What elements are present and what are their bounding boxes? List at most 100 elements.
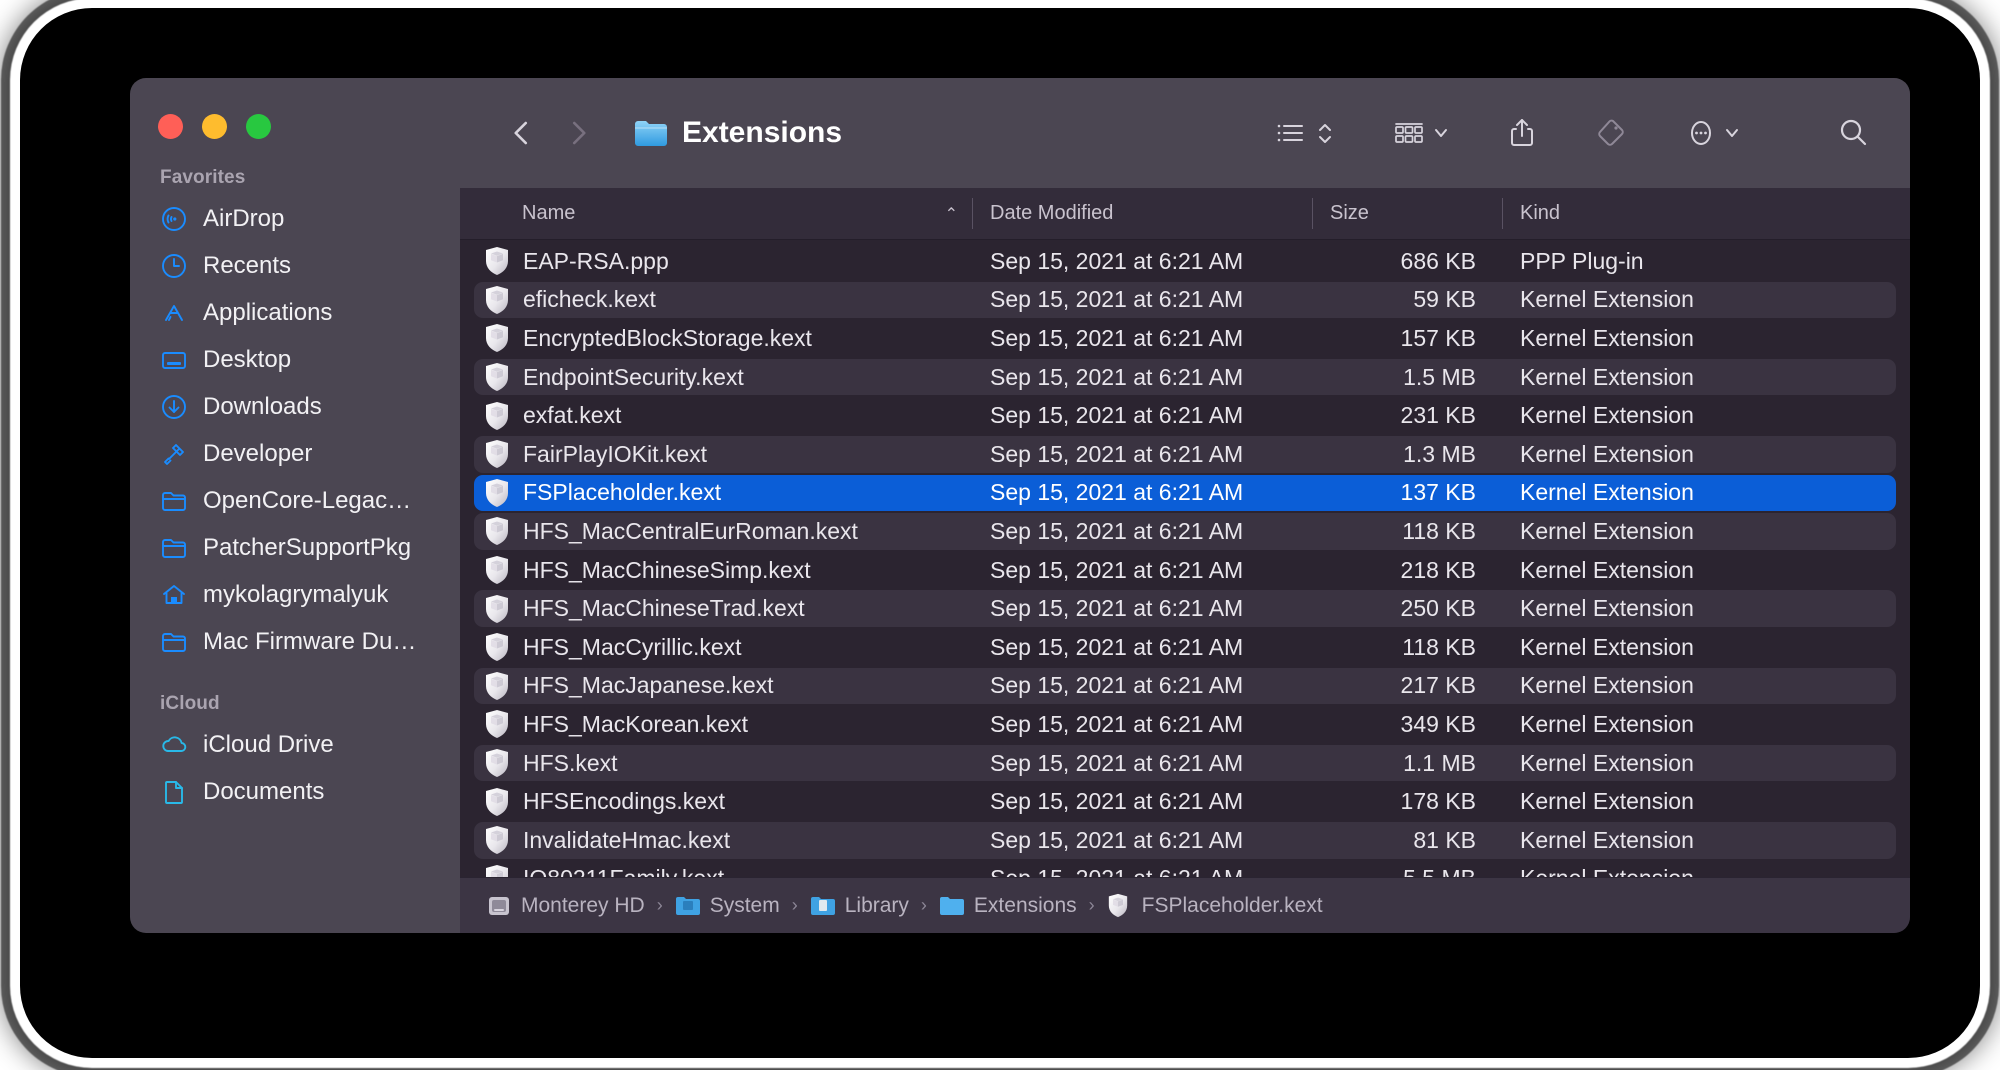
sidebar-item-label: Recents	[203, 252, 291, 280]
system-folder-icon	[675, 894, 701, 918]
sidebar-item-desktop[interactable]: Desktop	[130, 336, 460, 383]
cell-size: 686 KB	[1312, 242, 1502, 281]
kext-icon	[484, 632, 510, 662]
sidebar-item-label: Applications	[203, 299, 332, 327]
sidebar-item-recents[interactable]: Recents	[130, 242, 460, 289]
breadcrumb-item[interactable]: System	[675, 894, 780, 918]
table-row[interactable]: HFS_MacCyrillic.kextSep 15, 2021 at 6:21…	[460, 628, 1910, 667]
cell-size: 137 KB	[1312, 474, 1502, 513]
back-button[interactable]	[494, 105, 550, 161]
kext-icon	[484, 709, 510, 739]
table-row[interactable]: HFS_MacKorean.kextSep 15, 2021 at 6:21 A…	[460, 705, 1910, 744]
more-button[interactable]	[1675, 105, 1750, 161]
airdrop-icon	[160, 205, 188, 233]
sidebar-item-downloads[interactable]: Downloads	[130, 383, 460, 430]
file-name: HFS_MacCyrillic.kext	[523, 634, 742, 661]
column-header-kind[interactable]: Kind	[1502, 188, 1910, 239]
sidebar-item-opencore-legac[interactable]: OpenCore-Legac…	[130, 477, 460, 524]
breadcrumb-item[interactable]: Library	[810, 894, 909, 918]
sidebar-item-mac-firmware-du[interactable]: Mac Firmware Du…	[130, 618, 460, 665]
kext-icon	[484, 285, 510, 315]
share-button[interactable]	[1497, 105, 1547, 161]
cell-name: eficheck.kext	[460, 281, 972, 320]
column-header-date-modified[interactable]: Date Modified	[972, 188, 1312, 239]
table-row[interactable]: EndpointSecurity.kextSep 15, 2021 at 6:2…	[460, 358, 1910, 397]
path-separator: ›	[1089, 895, 1095, 916]
chevron-down-icon	[1433, 118, 1449, 148]
table-row[interactable]: HFSEncodings.kextSep 15, 2021 at 6:21 AM…	[460, 782, 1910, 821]
cell-size: 1.5 MB	[1312, 358, 1502, 397]
sidebar-item-patchersupportpkg[interactable]: PatcherSupportPkg	[130, 524, 460, 571]
cell-kind: PPP Plug-in	[1502, 242, 1910, 281]
path-separator: ›	[657, 895, 663, 916]
sidebar-item-airdrop[interactable]: AirDrop	[130, 195, 460, 242]
breadcrumb-label: Library	[845, 894, 909, 918]
search-button[interactable]	[1826, 105, 1880, 161]
breadcrumb-item[interactable]: Monterey HD	[486, 894, 645, 918]
forward-button[interactable]	[550, 105, 606, 161]
cloud-icon	[160, 731, 188, 759]
table-row[interactable]: HFS_MacJapanese.kextSep 15, 2021 at 6:21…	[460, 667, 1910, 706]
table-row[interactable]: InvalidateHmac.kextSep 15, 2021 at 6:21 …	[460, 821, 1910, 860]
group-by-button[interactable]	[1382, 105, 1459, 161]
kext-icon	[484, 439, 510, 469]
file-name: exfat.kext	[523, 402, 621, 429]
table-row[interactable]: HFS_MacCentralEurRoman.kextSep 15, 2021 …	[460, 512, 1910, 551]
cell-date-modified: Sep 15, 2021 at 6:21 AM	[972, 744, 1312, 783]
table-row[interactable]: HFS.kextSep 15, 2021 at 6:21 AM1.1 MBKer…	[460, 744, 1910, 783]
cell-kind: Kernel Extension	[1502, 435, 1910, 474]
sidebar-section-title: iCloud	[130, 665, 460, 721]
zoom-button[interactable]	[246, 114, 271, 139]
cell-size: 218 KB	[1312, 551, 1502, 590]
table-row[interactable]: HFS_MacChineseSimp.kextSep 15, 2021 at 6…	[460, 551, 1910, 590]
breadcrumb-item[interactable]: FSPlaceholder.kext	[1107, 894, 1323, 918]
column-header-size[interactable]: Size	[1312, 188, 1502, 239]
breadcrumb-label: Extensions	[974, 894, 1077, 918]
close-button[interactable]	[158, 114, 183, 139]
cell-size: 59 KB	[1312, 281, 1502, 320]
file-list[interactable]: EAP-RSA.pppSep 15, 2021 at 6:21 AM686 KB…	[460, 240, 1910, 877]
table-row[interactable]: EncryptedBlockStorage.kextSep 15, 2021 a…	[460, 319, 1910, 358]
table-row[interactable]: IO80211Family.kextSep 15, 2021 at 6:21 A…	[460, 860, 1910, 878]
table-row[interactable]: exfat.kextSep 15, 2021 at 6:21 AM231 KBK…	[460, 396, 1910, 435]
table-row[interactable]: HFS_MacChineseTrad.kextSep 15, 2021 at 6…	[460, 589, 1910, 628]
column-header-name[interactable]: Name ⌃	[460, 188, 972, 239]
sidebar-section-title: Favorites	[130, 139, 460, 195]
sidebar-item-label: PatcherSupportPkg	[203, 534, 411, 562]
applications-icon	[160, 299, 188, 327]
kext-icon	[484, 555, 510, 585]
table-row[interactable]: FairPlayIOKit.kextSep 15, 2021 at 6:21 A…	[460, 435, 1910, 474]
cell-kind: Kernel Extension	[1502, 319, 1910, 358]
tag-button[interactable]	[1585, 105, 1637, 161]
window-title-area: Extensions	[634, 116, 842, 150]
cell-kind: Kernel Extension	[1502, 281, 1910, 320]
path-separator: ›	[792, 895, 798, 916]
cell-name: HFS_MacChineseSimp.kext	[460, 551, 972, 590]
file-name: HFS_MacChineseTrad.kext	[523, 595, 805, 622]
cell-size: 178 KB	[1312, 782, 1502, 821]
kext-icon	[484, 825, 510, 855]
sidebar-item-documents[interactable]: Documents	[130, 768, 460, 815]
kext-icon	[484, 671, 510, 701]
minimize-button[interactable]	[202, 114, 227, 139]
sidebar-item-developer[interactable]: Developer	[130, 430, 460, 477]
cell-name: HFS_MacCentralEurRoman.kext	[460, 512, 972, 551]
toolbar: Extensions	[460, 78, 1910, 188]
table-row[interactable]: FSPlaceholder.kextSep 15, 2021 at 6:21 A…	[460, 474, 1910, 513]
library-folder-icon	[810, 894, 836, 918]
cell-date-modified: Sep 15, 2021 at 6:21 AM	[972, 860, 1312, 878]
cell-size: 217 KB	[1312, 667, 1502, 706]
table-row[interactable]: EAP-RSA.pppSep 15, 2021 at 6:21 AM686 KB…	[460, 242, 1910, 281]
clock-icon	[160, 252, 188, 280]
sidebar-item-mykolagrymalyuk[interactable]: mykolagrymalyuk	[130, 571, 460, 618]
sidebar-item-icloud-drive[interactable]: iCloud Drive	[130, 721, 460, 768]
sidebar-item-applications[interactable]: Applications	[130, 289, 460, 336]
cell-date-modified: Sep 15, 2021 at 6:21 AM	[972, 551, 1312, 590]
breadcrumb-item[interactable]: Extensions	[939, 894, 1077, 918]
table-row[interactable]: eficheck.kextSep 15, 2021 at 6:21 AM59 K…	[460, 281, 1910, 320]
sidebar-item-label: Desktop	[203, 346, 291, 374]
cell-name: HFS_MacKorean.kext	[460, 705, 972, 744]
cell-size: 1.1 MB	[1312, 744, 1502, 783]
view-list-button[interactable]	[1265, 105, 1344, 161]
cell-date-modified: Sep 15, 2021 at 6:21 AM	[972, 396, 1312, 435]
